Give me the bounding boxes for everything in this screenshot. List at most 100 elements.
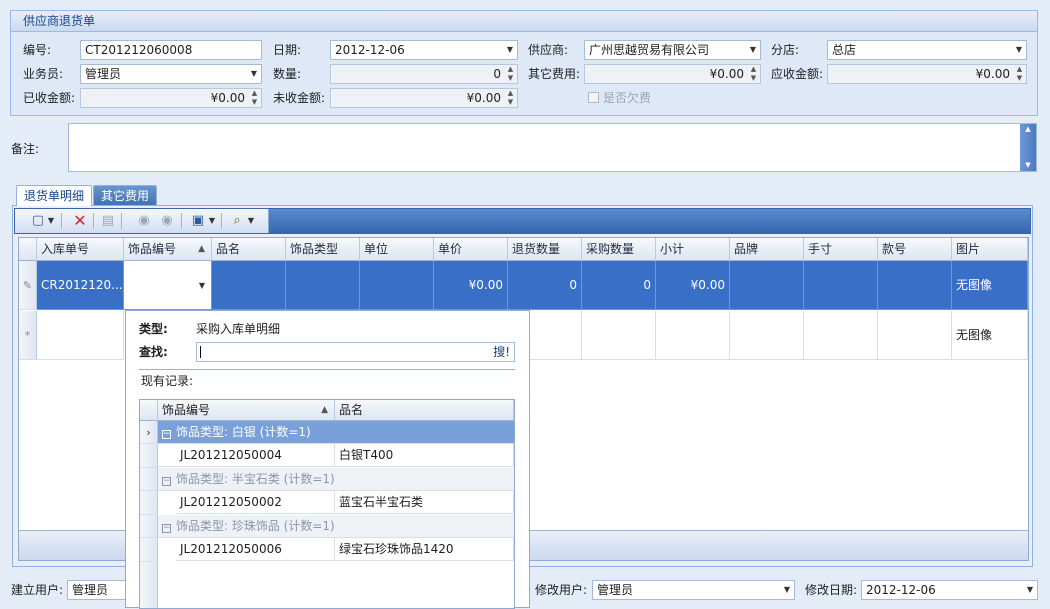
cell-size[interactable] <box>804 311 878 360</box>
col-header[interactable]: 小计 <box>656 238 730 261</box>
list-item-name[interactable]: 蓝宝石半宝石类 <box>335 491 514 514</box>
receivable-field[interactable]: ¥0.00 ▲ ▼ <box>827 64 1027 84</box>
col-header[interactable]: 品牌 <box>730 238 804 261</box>
copy-icon[interactable]: ▤ <box>99 212 117 230</box>
chevron-down-icon[interactable]: ▼ <box>207 212 217 230</box>
col-header[interactable]: 图片 <box>952 238 1028 261</box>
date-field[interactable]: 2012-12-06 ▼ <box>330 40 518 60</box>
remark-textarea[interactable]: ▲ ▼ <box>68 123 1037 172</box>
cell-type[interactable] <box>286 261 360 310</box>
list-item-code[interactable]: JL201212050002 <box>176 491 335 514</box>
group-row[interactable]: − 饰品类型: 半宝石类 (计数=1) <box>158 468 514 491</box>
grid-corner <box>140 400 158 421</box>
chevron-down-icon[interactable]: ▼ <box>780 581 794 599</box>
popup-col-header-name[interactable]: 品名 <box>335 400 514 421</box>
list-item-name[interactable]: 白银T400 <box>335 444 514 467</box>
collapse-icon[interactable]: − <box>162 477 171 486</box>
chevron-down-icon[interactable]: ▼ <box>746 41 760 59</box>
chevron-down-icon[interactable]: ▼ <box>1023 581 1037 599</box>
cell-ruku-no[interactable] <box>37 311 124 360</box>
cell-image[interactable]: 无图像 <box>952 261 1028 310</box>
cell-subtotal[interactable]: ¥0.00 <box>656 261 730 310</box>
group-row[interactable]: − 饰品类型: 珍珠饰品 (计数=1) <box>158 515 514 538</box>
spinner-icon[interactable]: ▲ ▼ <box>1013 65 1026 83</box>
col-header[interactable]: 款号 <box>878 238 952 261</box>
form-title: 供应商退货单 <box>11 11 1037 32</box>
col-header[interactable]: 饰品类型 <box>286 238 360 261</box>
cell-purchase-qty[interactable]: 0 <box>582 261 656 310</box>
no-label: 编号: <box>23 43 52 57</box>
received-label: 已收金额: <box>23 91 76 105</box>
cell-size[interactable] <box>804 261 878 310</box>
move-down-icon[interactable]: ◉ <box>158 212 176 230</box>
col-header[interactable]: 退货数量 <box>508 238 582 261</box>
spinner-icon[interactable]: ▲ ▼ <box>747 65 760 83</box>
cell-price[interactable]: ¥0.00 <box>434 261 508 310</box>
col-header[interactable]: 入库单号 <box>37 238 124 261</box>
cell-image[interactable]: 无图像 <box>952 311 1028 360</box>
new-document-icon[interactable]: ▢ <box>29 212 47 230</box>
no-field[interactable]: CT201212060008 <box>80 40 262 60</box>
cell-style-no[interactable] <box>878 311 952 360</box>
group-row[interactable]: − 饰品类型: 白银 (计数=1) <box>158 421 514 444</box>
col-header[interactable]: 手寸 <box>804 238 878 261</box>
col-header-sorted[interactable]: 饰品编号 ▲ <box>124 238 212 261</box>
other-fee-field[interactable]: ¥0.00 ▲ ▼ <box>584 64 761 84</box>
chevron-down-icon[interactable]: ▼ <box>199 261 205 309</box>
popup-records-label: 现有记录: <box>141 374 194 388</box>
creator-field[interactable]: 管理员 <box>67 580 127 600</box>
list-item-name[interactable]: 绿宝石珍珠饰品1420 <box>335 538 514 561</box>
preview-icon[interactable]: ⌕ <box>228 212 246 230</box>
col-header[interactable]: 品名 <box>212 238 286 261</box>
remark-scrollbar[interactable]: ▲ ▼ <box>1020 124 1036 171</box>
spinner-icon[interactable]: ▲ ▼ <box>248 89 261 107</box>
cell-ruku-no[interactable]: CR2012120... <box>37 261 124 310</box>
supplier-field[interactable]: 广州思越贸易有限公司 ▼ <box>584 40 761 60</box>
collapse-icon[interactable]: − <box>162 430 171 439</box>
col-header[interactable]: 单位 <box>360 238 434 261</box>
modified-date-field[interactable]: 2012-12-06 ▼ <box>861 580 1038 600</box>
tab-return-details[interactable]: 退货单明细 <box>16 185 93 206</box>
unreceived-field[interactable]: ¥0.00 ▲ ▼ <box>330 88 518 108</box>
col-header[interactable]: 采购数量 <box>582 238 656 261</box>
cell-brand[interactable] <box>730 261 804 310</box>
qty-value: 0 <box>493 67 501 81</box>
chevron-down-icon[interactable]: ▼ <box>247 65 261 83</box>
modifier-field[interactable]: 管理员 ▼ <box>592 580 795 600</box>
move-up-icon[interactable]: ◉ <box>135 212 153 230</box>
popup-col-header-code[interactable]: 饰品编号 ▲ <box>158 400 335 421</box>
cell-unit[interactable] <box>360 261 434 310</box>
cell-style-no[interactable] <box>878 261 952 310</box>
delete-icon[interactable]: ✕ <box>71 212 89 230</box>
chevron-down-icon[interactable]: ▼ <box>246 212 256 230</box>
chevron-down-icon[interactable]: ▼ <box>1012 41 1026 59</box>
branch-field[interactable]: 总店 ▼ <box>827 40 1027 60</box>
spinner-icon[interactable]: ▲ ▼ <box>504 89 517 107</box>
chevron-down-icon[interactable]: ▼ <box>46 212 56 230</box>
received-value: ¥0.00 <box>210 91 245 105</box>
chevron-down-icon[interactable]: ▼ <box>503 41 517 59</box>
list-item-code[interactable]: JL201212050004 <box>176 444 335 467</box>
popup-grid: 饰品编号 ▲ 品名 › − 饰品类型: 白银 (计数=1) JL201212050… <box>139 399 515 609</box>
list-item-code[interactable]: JL201212050006 <box>176 538 335 561</box>
spinner-icon[interactable]: ▲ ▼ <box>504 65 517 83</box>
col-header[interactable]: 单价 <box>434 238 508 261</box>
owe-checkbox[interactable] <box>588 92 599 103</box>
popup-search-button[interactable]: 搜! <box>493 343 510 361</box>
clerk-field[interactable]: 管理员 ▼ <box>80 64 262 84</box>
save-icon[interactable]: ▣ <box>189 212 207 230</box>
cell-item-code-editor[interactable]: ▼ <box>124 261 212 310</box>
popup-search-input[interactable]: 搜! <box>196 342 515 362</box>
cell-name[interactable] <box>212 261 286 310</box>
cell-purchase-qty[interactable] <box>582 311 656 360</box>
row-pointer-icon: › <box>140 421 158 444</box>
cell-brand[interactable] <box>730 311 804 360</box>
qty-field[interactable]: 0 ▲ ▼ <box>330 64 518 84</box>
cell-subtotal[interactable] <box>656 311 730 360</box>
receivable-label: 应收金额: <box>771 67 824 81</box>
received-field[interactable]: ¥0.00 ▲ ▼ <box>80 88 262 108</box>
cell-return-qty[interactable]: 0 <box>508 261 582 310</box>
tab-other-fees[interactable]: 其它费用 <box>93 185 158 206</box>
collapse-icon[interactable]: − <box>162 524 171 533</box>
row-indicator <box>140 515 158 538</box>
